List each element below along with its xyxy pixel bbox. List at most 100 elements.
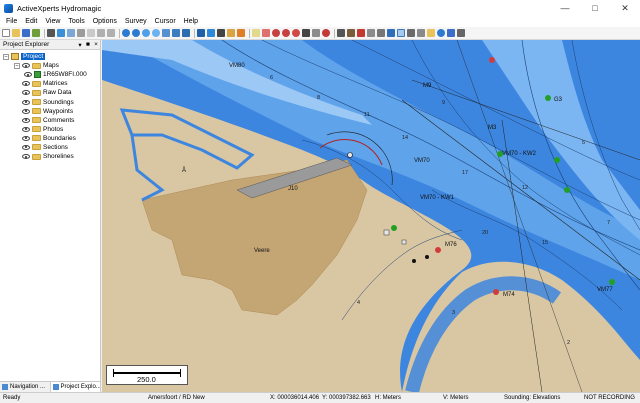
chart-map-view[interactable]: Veere VM80 VM70 VM70 - KW1 VM70 - KW2 M7…	[102, 40, 640, 392]
menu-tools[interactable]: Tools	[68, 18, 84, 25]
visibility-eye-icon[interactable]	[24, 72, 32, 78]
folder-icon[interactable]	[427, 29, 435, 37]
alarm-icon[interactable]	[322, 29, 330, 37]
collapse-icon[interactable]: –	[3, 53, 9, 60]
red-buoy	[435, 247, 441, 253]
tree-item-sections[interactable]: Sections	[0, 143, 100, 152]
green-buoy	[564, 187, 570, 193]
tree-item-map-file[interactable]: 1R65W8FI.000	[0, 70, 100, 79]
visibility-eye-icon[interactable]	[22, 154, 30, 160]
navigation-icon	[2, 384, 8, 390]
collapse-icon[interactable]: –	[14, 62, 20, 69]
cut-icon[interactable]	[77, 29, 85, 37]
tree-item-shorelines[interactable]: Shorelines	[0, 152, 100, 161]
paste-icon[interactable]	[87, 29, 95, 37]
menu-options[interactable]: Options	[93, 18, 117, 25]
zoom-window-icon[interactable]	[142, 29, 150, 37]
visibility-eye-icon[interactable]	[22, 108, 30, 114]
visibility-eye-icon[interactable]	[22, 126, 30, 132]
grid-icon[interactable]	[182, 29, 190, 37]
visibility-eye-icon[interactable]	[22, 117, 30, 123]
settings-icon[interactable]	[417, 29, 425, 37]
maximize-button[interactable]: □	[580, 0, 610, 16]
menu-help[interactable]: Help	[184, 18, 198, 25]
target-icon[interactable]	[302, 29, 310, 37]
open-icon[interactable]	[12, 29, 20, 37]
import-icon[interactable]	[32, 29, 40, 37]
menu-cursor[interactable]: Cursor	[155, 18, 176, 25]
exit-icon[interactable]	[457, 29, 465, 37]
export-icon[interactable]	[57, 29, 65, 37]
dropdown-icon[interactable]: ▾	[76, 41, 84, 49]
visibility-eye-icon[interactable]	[22, 63, 30, 69]
pause-icon[interactable]	[292, 29, 300, 37]
visibility-eye-icon[interactable]	[22, 90, 30, 96]
tree-item-photos[interactable]: Photos	[0, 125, 100, 134]
visibility-eye-icon[interactable]	[22, 135, 30, 141]
copy-icon[interactable]	[67, 29, 75, 37]
project-explorer-header: Project Explorer ▾ ■ ×	[0, 40, 100, 50]
folder-icon	[32, 80, 41, 87]
tree-item-label: Waypoints	[43, 107, 74, 115]
visibility-eye-icon[interactable]	[22, 144, 30, 150]
tree-item-waypoints[interactable]: Waypoints	[0, 107, 100, 116]
tree-item-project[interactable]: – Project	[0, 52, 100, 61]
tab-project-explorer[interactable]: Project Explo...	[50, 382, 101, 392]
menu-survey[interactable]: Survey	[125, 18, 147, 25]
boat-icon[interactable]	[227, 29, 235, 37]
status-sounding-mode: Sounding: Elevations	[504, 395, 561, 401]
tab-navigation[interactable]: Navigation ...	[0, 382, 51, 392]
undo-icon[interactable]	[97, 29, 105, 37]
tree-item-matrices[interactable]: Matrices	[0, 79, 100, 88]
chart-file-icon	[34, 71, 41, 79]
pan-icon[interactable]	[162, 29, 170, 37]
route-icon[interactable]	[237, 29, 245, 37]
window-title: ActiveXperts Hydromagic	[17, 3, 102, 13]
close-button[interactable]: ✕	[610, 0, 640, 16]
marker-icon[interactable]	[262, 29, 270, 37]
refresh-icon[interactable]	[172, 29, 180, 37]
menu-view[interactable]: View	[45, 18, 60, 25]
tree-item-raw-data[interactable]: Raw Data	[0, 88, 100, 97]
tree-item-comments[interactable]: Comments	[0, 116, 100, 125]
help-icon[interactable]	[437, 29, 445, 37]
visibility-eye-icon[interactable]	[22, 99, 30, 105]
select-icon[interactable]	[397, 29, 405, 37]
print-icon[interactable]	[47, 29, 55, 37]
measure-icon[interactable]	[217, 29, 225, 37]
tree-item-boundaries[interactable]: Boundaries	[0, 134, 100, 143]
waypoint-icon[interactable]	[207, 29, 215, 37]
zoom-extent-icon[interactable]	[152, 29, 160, 37]
info-icon[interactable]	[447, 29, 455, 37]
layer-icon[interactable]	[197, 29, 205, 37]
gps-icon[interactable]	[357, 29, 365, 37]
tools-icon[interactable]	[312, 29, 320, 37]
tree-item-soundings[interactable]: Soundings	[0, 97, 100, 106]
nautical-chart	[102, 40, 640, 392]
minimize-button[interactable]: —	[550, 0, 580, 16]
sounding: 3	[452, 310, 456, 316]
sensor-icon[interactable]	[377, 29, 385, 37]
zoom-in-icon[interactable]	[122, 29, 130, 37]
link-icon[interactable]	[387, 29, 395, 37]
menu-file[interactable]: File	[6, 18, 17, 25]
stop-icon[interactable]	[282, 29, 290, 37]
tree-item-maps[interactable]: – Maps	[0, 61, 100, 70]
save-icon[interactable]	[22, 29, 30, 37]
redo-icon[interactable]	[107, 29, 115, 37]
tide-icon[interactable]	[347, 29, 355, 37]
pointer-icon[interactable]	[407, 29, 415, 37]
pin-icon[interactable]: ■	[84, 41, 92, 48]
cross-section-icon[interactable]	[337, 29, 345, 37]
record-icon[interactable]	[272, 29, 280, 37]
visibility-eye-icon[interactable]	[22, 81, 30, 87]
echosounder-icon[interactable]	[367, 29, 375, 37]
menu-edit[interactable]: Edit	[25, 18, 37, 25]
green-buoy	[609, 279, 615, 285]
new-icon[interactable]	[2, 29, 10, 37]
sounding: 15	[542, 240, 549, 246]
zoom-out-icon[interactable]	[132, 29, 140, 37]
red-buoy	[493, 289, 499, 295]
draw-icon[interactable]	[252, 29, 260, 37]
panel-close-icon[interactable]: ×	[92, 41, 100, 48]
